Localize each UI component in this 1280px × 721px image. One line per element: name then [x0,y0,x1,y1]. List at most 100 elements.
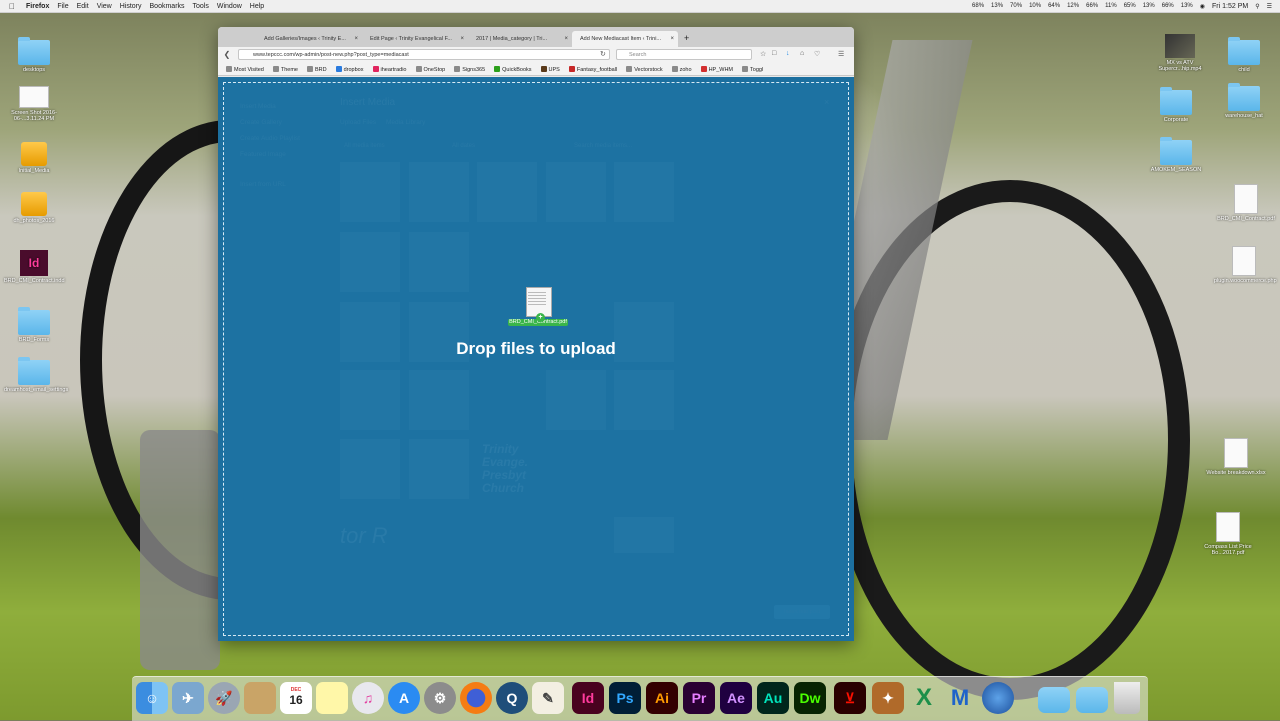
close-icon[interactable]: × [564,31,568,47]
calendar-icon[interactable]: DEC 16 [280,682,312,714]
bookmark-item[interactable]: iheartradio [372,65,407,73]
menu-help[interactable]: Help [250,3,264,10]
bookmark-icon [568,65,575,72]
fiddler-icon[interactable]: ✦ [872,682,904,714]
home-icon[interactable]: ⌂ [800,50,804,57]
finder-icon[interactable]: ☺ [136,682,168,714]
reload-icon[interactable]: ↻ [600,50,606,58]
bookmark-label: BRD [314,66,327,73]
app-store-icon[interactable]: A [388,682,420,714]
wifi-icon[interactable]: ◉ [1200,3,1205,10]
apple-icon[interactable]:  [6,2,18,11]
bookmark-label: dropbox [343,66,364,73]
search-icon[interactable]: ⚲ [1255,3,1259,10]
desktop-icon[interactable]: Id BRD_CMI_Contract.indd [4,250,65,284]
menu-app[interactable]: Firefox [26,3,49,10]
close-icon[interactable]: × [460,31,464,47]
maven-icon[interactable]: M [944,682,976,714]
bookmark-item[interactable]: OneStop [415,65,445,73]
textedit-icon[interactable]: ✎ [532,682,564,714]
menu-history[interactable]: History [120,3,142,10]
illustrator-icon[interactable]: Ai [646,682,678,714]
pocket-icon[interactable]: ♡ [814,50,820,58]
bookmark-item[interactable]: Toggl [742,65,763,73]
desktop-icon[interactable]: Website breakdown.xlsx [1206,438,1266,476]
desktop-icon[interactable]: MX vs ATV Supercr...hip.mp4 [1150,34,1210,73]
bookmark-icon [626,65,633,72]
bookmark-item[interactable]: BRD [306,65,327,73]
audition-icon[interactable]: Au [757,682,789,714]
clipboard-icon[interactable]: □ [772,50,776,57]
url-bar[interactable]: www.tepccc.com/wp-admin/post-new.php?pos… [238,49,610,60]
desktop-icon[interactable]: Initial_Media [4,142,64,174]
tab-add-new-mediacast[interactable]: Add New Mediacast Item ‹ Trini... × [572,31,678,47]
bookmark-item[interactable]: Vectorstock [626,65,663,73]
desktop-icon-label: Corporate [1163,117,1189,123]
kickstand [140,430,220,670]
tab-media-category[interactable]: 2017 | Media_category | Tri... × [468,31,572,47]
desktop-icon[interactable]: Screen Shot 2016-06-...3.11.24 PM [4,86,64,123]
trash-icon[interactable] [1114,682,1140,714]
desktop-icon[interactable]: dreamhost_email_settings [4,357,68,393]
firefox-icon[interactable] [460,682,492,714]
desktop-icon[interactable]: warehouse_hat [1214,83,1274,119]
menu-bookmarks[interactable]: Bookmarks [150,3,185,10]
close-icon[interactable]: × [354,31,358,47]
desktop-icon[interactable]: plugin.woocommerce.php [1214,246,1277,284]
excel-icon[interactable]: X [908,682,940,714]
menu-file[interactable]: File [57,3,68,10]
documents-folder-icon[interactable] [1076,687,1108,713]
desktop-icon[interactable]: Compass List Price Bo...2017.pdf [1198,512,1258,557]
bookmark-item[interactable]: dropbox [335,65,364,73]
bookmark-item[interactable]: Theme [272,65,298,73]
bookmark-item[interactable]: Most Visited [226,65,264,73]
menu-list-icon[interactable]: ☰ [1267,3,1272,10]
bookmark-item[interactable]: QuickBooks [494,65,532,73]
bookmark-item[interactable]: HP_WHM [700,65,733,73]
nav-bar: ❮ www.tepccc.com/wp-admin/post-new.php?p… [218,47,854,63]
after-effects-icon[interactable]: Ae [720,682,752,714]
preview-icon[interactable]: ✈ [172,682,204,714]
acrobat-icon[interactable]: ⊻ [834,682,866,714]
desktop-icon[interactable]: child [1214,37,1274,73]
desktop-icon[interactable]: dh_photos_2016 [4,192,64,224]
photoshop-icon[interactable]: Ps [609,682,641,714]
desktop-icon[interactable]: desktops [4,37,64,73]
menu-edit[interactable]: Edit [77,3,89,10]
tab-add-galleries[interactable]: Add Galleries/Images ‹ Trinity E... × [256,31,362,47]
bookmark-item[interactable]: Signs365 [454,65,485,73]
indesign-icon[interactable]: Id [572,682,604,714]
bookmark-item[interactable]: Fantasy_football [568,65,617,73]
desktop-icon[interactable]: BRD_CMI_Contract.pdf [1216,184,1276,222]
stickies-icon[interactable] [316,682,348,714]
menu-view[interactable]: View [97,3,112,10]
bookmark-item[interactable]: UPS [540,65,560,73]
drop-zone[interactable] [223,82,849,636]
media-modal: Insert Media Create Gallery Create Audio… [218,77,854,641]
desktop-icon[interactable]: BRD_Forms [4,307,64,343]
itunes-icon[interactable]: ♫ [352,682,384,714]
clock[interactable]: Fri 1:52 PM [1212,3,1248,10]
search-input[interactable]: Search [616,49,752,60]
desktop-icon[interactable]: AMOKEM_SEASON [1146,137,1206,173]
desktop-icon[interactable]: Corporate [1146,87,1206,123]
dreamweaver-icon[interactable]: Dw [794,682,826,714]
downloads-folder-icon[interactable] [1038,687,1070,713]
hamburger-menu-icon[interactable]: ☰ [838,50,844,58]
notes-icon[interactable] [244,682,276,714]
download-icon[interactable]: ↓ [786,50,790,57]
tab-strip: Add Galleries/Images ‹ Trinity E... × Edi… [218,27,854,47]
bookmark-star-icon[interactable]: ☆ [760,50,766,58]
quicktime-icon[interactable]: Q [496,682,528,714]
launchpad-icon[interactable]: 🚀 [208,682,240,714]
close-icon[interactable]: × [670,31,674,47]
system-preferences-icon[interactable]: ⚙ [424,682,456,714]
menu-window[interactable]: Window [217,3,242,10]
bookmark-item[interactable]: zoho [671,65,692,73]
tab-edit-page[interactable]: Edit Page ‹ Trinity Evangelical F... × [362,31,468,47]
back-icon[interactable]: ❮ [222,50,232,60]
google-earth-icon[interactable] [982,682,1014,714]
new-tab-icon[interactable]: + [684,31,689,45]
menu-tools[interactable]: Tools [193,3,209,10]
premiere-icon[interactable]: Pr [683,682,715,714]
